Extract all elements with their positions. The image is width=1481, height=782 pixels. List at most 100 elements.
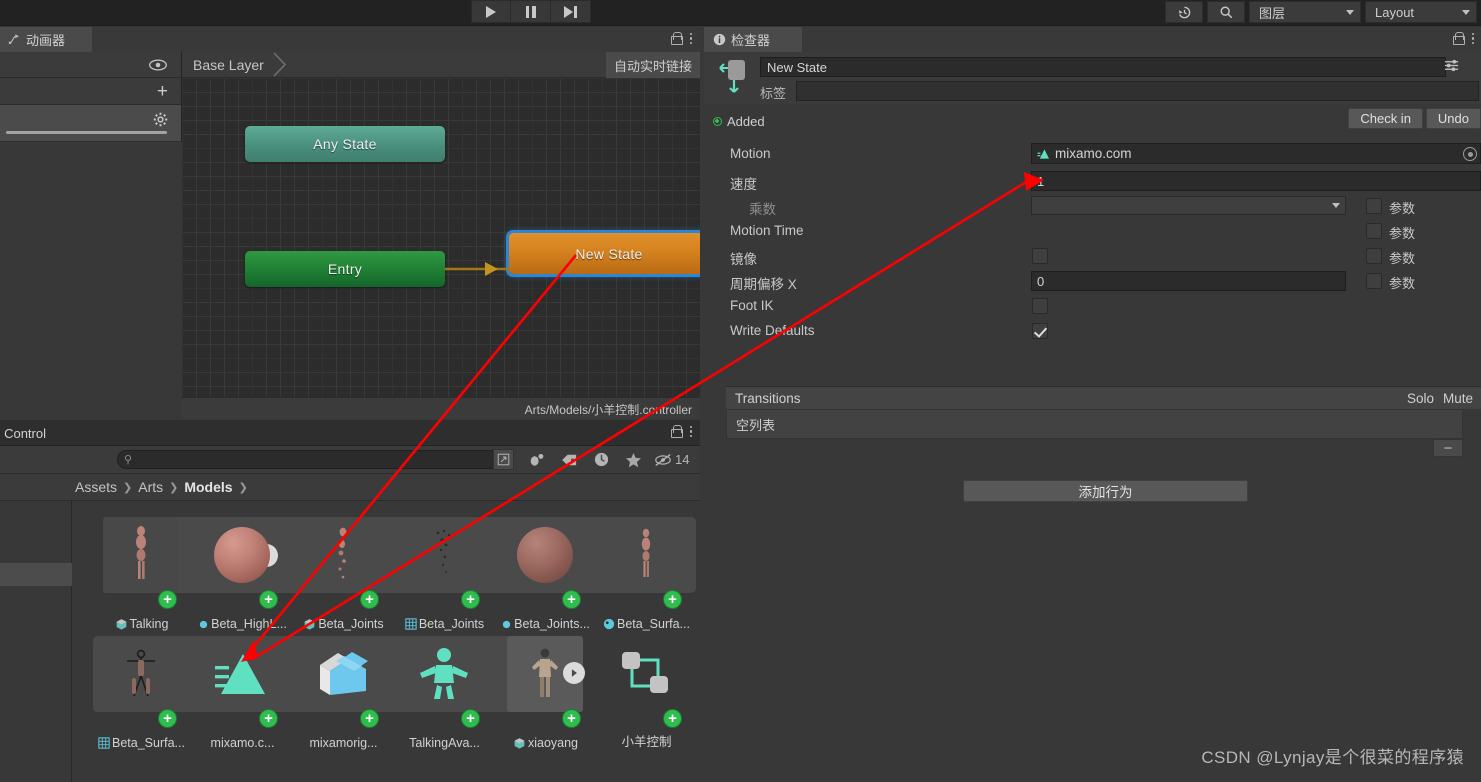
asset-label: mixamo.c... — [192, 736, 293, 750]
mirror-parameter-checkbox[interactable] — [1366, 248, 1382, 264]
asset-thumbnail — [204, 517, 280, 593]
asset-item[interactable]: + Beta_Surfa... — [91, 636, 192, 750]
search-field-wrapper[interactable]: ⚲ — [117, 450, 512, 469]
version-control-add-badge[interactable]: + — [663, 709, 682, 728]
layer-weight-slider[interactable] — [6, 131, 167, 134]
asset-row-1: + Talking + Beta_HighL... + Beta_Joints … — [91, 517, 697, 631]
version-control-add-badge[interactable]: + — [562, 709, 581, 728]
breadcrumb-models[interactable]: Models — [184, 479, 232, 495]
asset-item[interactable]: + TalkingAva... — [394, 636, 495, 750]
kebab-menu-icon[interactable] — [689, 425, 692, 438]
asset-item[interactable]: + 小羊控制 — [596, 636, 697, 750]
motion-object-field[interactable]: mixamo.com — [1031, 143, 1481, 164]
animator-body: + Base Layer 自动实时链接 Any State Entry New … — [0, 52, 700, 419]
check-in-button[interactable]: Check in — [1348, 108, 1423, 129]
cycle-offset-input[interactable]: 0 — [1031, 271, 1346, 291]
animator-state-graph[interactable]: Any State Entry New State — [182, 78, 700, 419]
object-picker-icon[interactable] — [1463, 147, 1477, 161]
kebab-menu-icon[interactable] — [689, 32, 692, 45]
version-control-add-badge[interactable]: + — [259, 709, 278, 728]
chevron-down-icon — [1346, 9, 1354, 15]
auto-live-link-button[interactable]: 自动实时链接 — [605, 52, 700, 78]
save-search-button[interactable] — [493, 449, 514, 470]
layout-dropdown[interactable]: Layout — [1365, 1, 1477, 23]
cycle-offset-parameter-checkbox[interactable] — [1366, 273, 1382, 289]
lock-icon[interactable] — [670, 32, 683, 45]
project-folder-tree[interactable] — [0, 501, 72, 782]
project-breadcrumb-bar: Assets ❯ Arts ❯ Models ❯ — [0, 474, 700, 501]
settings-sliders-icon[interactable] — [1444, 58, 1459, 73]
asset-item[interactable]: + Beta_Joints — [394, 517, 495, 631]
asset-item[interactable]: + Beta_Surfa... — [596, 517, 697, 631]
version-control-add-badge[interactable]: + — [360, 709, 379, 728]
folder-tree-selected-row[interactable] — [0, 563, 72, 586]
version-control-add-badge[interactable]: + — [259, 590, 278, 609]
multiplier-parameter-checkbox[interactable] — [1366, 198, 1382, 214]
version-control-add-badge[interactable]: + — [461, 590, 480, 609]
version-control-add-badge[interactable]: + — [360, 590, 379, 609]
add-behaviour-button[interactable]: 添加行为 — [963, 480, 1248, 502]
asset-label-text: Beta_Joints — [418, 617, 485, 631]
asset-item[interactable]: + xiaoyang — [495, 636, 596, 750]
filter-by-package-button[interactable] — [585, 449, 617, 470]
add-layer-row[interactable]: + — [0, 78, 181, 105]
search-button[interactable] — [1207, 1, 1245, 23]
step-button[interactable] — [551, 0, 591, 23]
tab-inspector[interactable]: 检查器 — [704, 27, 802, 52]
motion-time-parameter-checkbox[interactable] — [1366, 223, 1382, 239]
history-button[interactable] — [1165, 1, 1203, 23]
version-control-bar: Added Check in Undo — [704, 104, 1481, 140]
version-control-add-badge[interactable]: + — [663, 590, 682, 609]
transitions-empty-list[interactable]: 空列表 — [726, 409, 1463, 439]
state-name-input[interactable]: New State — [760, 57, 1446, 77]
transitions-header-label: Transitions — [735, 390, 801, 406]
breadcrumb-assets[interactable]: Assets — [75, 479, 117, 495]
lock-icon[interactable] — [1452, 32, 1465, 45]
tab-version-control[interactable]: on Control — [0, 420, 89, 446]
breadcrumb-arts[interactable]: Arts — [138, 479, 163, 495]
kebab-menu-icon[interactable] — [1471, 32, 1474, 45]
gear-icon[interactable] — [153, 112, 168, 127]
version-control-add-badge[interactable]: + — [562, 590, 581, 609]
multiplier-dropdown[interactable] — [1031, 196, 1346, 215]
pause-button[interactable] — [511, 0, 551, 23]
animator-tab-icons — [670, 32, 692, 45]
material-icon — [502, 620, 511, 628]
asset-item[interactable]: + Beta_HighL... — [192, 517, 293, 631]
layers-dropdown[interactable]: 图层 — [1249, 1, 1361, 23]
asset-item-mixamo[interactable]: + mixamo.c... — [192, 636, 293, 750]
asset-label-text: mixamorig... — [309, 736, 378, 750]
version-control-add-badge[interactable]: + — [461, 709, 480, 728]
layer-row-base[interactable] — [0, 105, 181, 142]
asset-item[interactable]: + mixamorig... — [293, 636, 394, 750]
layers-dropdown-label: 图层 — [1259, 5, 1286, 21]
lock-icon[interactable] — [670, 425, 683, 438]
graph-breadcrumb-baselayer[interactable]: Base Layer — [193, 57, 264, 73]
property-row-multiplier: 乘数 参数 — [704, 194, 1481, 219]
play-button[interactable] — [471, 0, 511, 23]
plus-icon[interactable]: + — [157, 82, 168, 101]
filter-by-label-button[interactable] — [553, 449, 585, 470]
asset-item[interactable]: + Beta_Joints... — [495, 517, 596, 631]
speed-input[interactable]: 1 — [1031, 171, 1481, 191]
search-input[interactable] — [136, 452, 505, 467]
undo-button[interactable]: Undo — [1425, 108, 1481, 129]
foot-ik-checkbox[interactable] — [1032, 298, 1048, 314]
mirror-checkbox[interactable] — [1032, 248, 1048, 264]
version-control-add-badge[interactable]: + — [158, 590, 177, 609]
remove-transition-button[interactable]: − — [1433, 439, 1463, 457]
filter-by-type-button[interactable] — [521, 449, 553, 470]
filter-favorites-button[interactable] — [617, 449, 649, 470]
hidden-assets-indicator[interactable]: 14 — [654, 449, 689, 470]
asset-item[interactable]: + Talking — [91, 517, 192, 631]
expand-icon — [497, 453, 510, 466]
eye-icon[interactable] — [147, 58, 169, 72]
version-control-add-badge[interactable]: + — [158, 709, 177, 728]
preview-play-badge[interactable] — [563, 662, 585, 684]
tag-input[interactable] — [796, 81, 1479, 101]
tab-animator[interactable]: 动画器 — [0, 27, 92, 52]
project-asset-grid[interactable]: + Talking + Beta_HighL... + Beta_Joints … — [73, 501, 700, 782]
transitions-solo-mute-headers: Solo Mute — [1407, 391, 1473, 406]
write-defaults-checkbox[interactable] — [1032, 323, 1048, 339]
asset-item[interactable]: + Beta_Joints — [293, 517, 394, 631]
